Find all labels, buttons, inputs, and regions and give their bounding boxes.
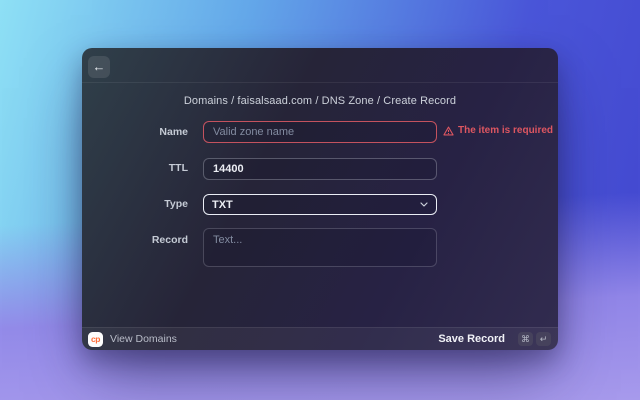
warning-triangle-icon <box>443 126 454 135</box>
ttl-input[interactable] <box>203 158 437 180</box>
return-key-icon: ↵ <box>536 332 551 346</box>
type-select-value: TXT <box>212 198 233 211</box>
ttl-field-label: TTL <box>168 162 188 174</box>
type-select[interactable]: TXT <box>203 194 437 215</box>
command-key-icon: ⌘ <box>518 332 533 346</box>
name-field-label: Name <box>159 126 188 138</box>
back-button[interactable]: ← <box>88 56 110 78</box>
error-text: The item is required <box>458 125 554 136</box>
modal-footer: cp View Domains Save Record ⌘ ↵ <box>82 327 558 350</box>
type-field-label: Type <box>164 198 188 210</box>
name-field-error: The item is required <box>443 125 553 136</box>
cpanel-logo-icon: cp <box>88 331 103 347</box>
desktop-background: ← Domains / faisalsaad.com / DNS Zone / … <box>0 0 640 400</box>
modal-header: ← <box>82 48 558 83</box>
record-field-label: Record <box>151 234 188 246</box>
save-record-button[interactable]: Save Record <box>438 333 505 345</box>
view-domains-link[interactable]: View Domains <box>110 333 177 345</box>
arrow-left-icon: ← <box>92 59 106 74</box>
record-textarea[interactable] <box>203 228 437 267</box>
chevron-down-icon <box>420 202 428 207</box>
name-input[interactable] <box>203 121 437 143</box>
create-record-modal: ← Domains / faisalsaad.com / DNS Zone / … <box>82 48 558 350</box>
breadcrumb: Domains / faisalsaad.com / DNS Zone / Cr… <box>183 95 457 107</box>
